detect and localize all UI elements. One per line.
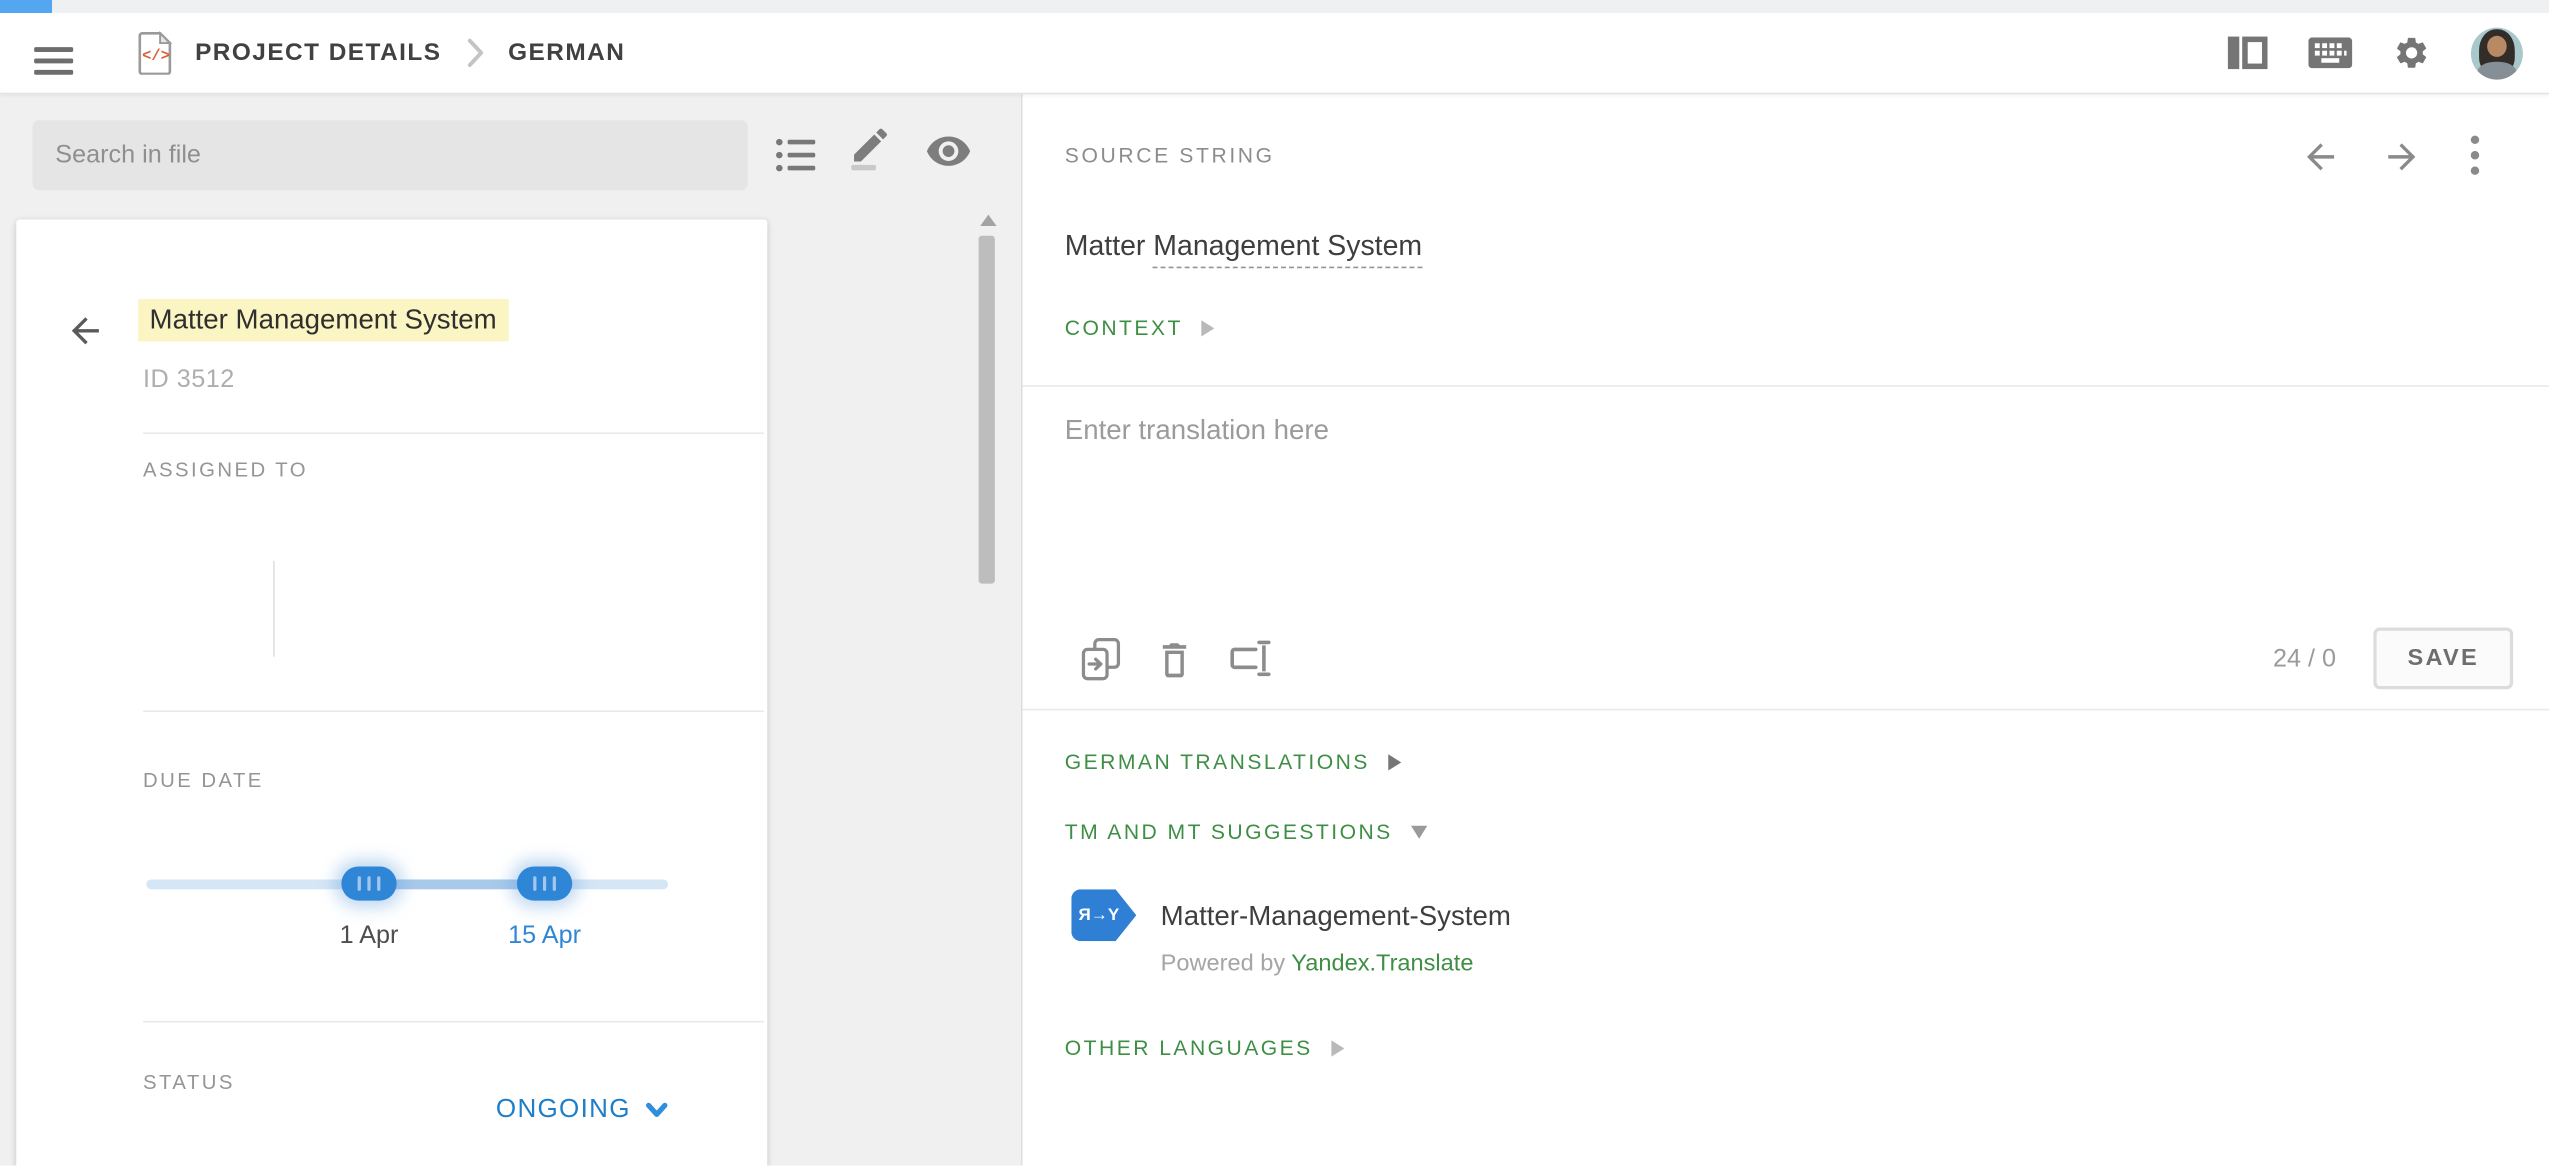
divider [1023,709,2549,711]
keyboard-icon[interactable] [2308,37,2352,68]
scrollbar-thumb[interactable] [979,236,995,584]
select-text-icon[interactable] [1229,637,1275,679]
string-title-highlighted: Matter Management System [138,299,508,341]
preview-eye-icon[interactable] [925,133,972,169]
due-date-label: DUE DATE [143,769,264,792]
previous-string-arrow-icon[interactable] [2300,137,2341,178]
triangle-right-icon [1331,1040,1344,1056]
status-dropdown[interactable]: ONGOING [496,1096,668,1125]
divider [143,1021,764,1023]
context-section-toggle[interactable]: CONTEXT [1065,315,1214,339]
german-translations-section-toggle[interactable]: GERMAN TRANSLATIONS [1065,749,1401,773]
powered-by-label: Powered by [1161,951,1285,977]
user-avatar[interactable] [2471,27,2523,79]
tm-mt-suggestions-label: TM AND MT SUGGESTIONS [1065,819,1393,843]
divider [143,432,764,434]
string-id: ID 3512 [143,366,235,395]
yandex-translate-icon[interactable]: Я→Y [1071,889,1136,941]
breadcrumb: </> PROJECT DETAILS GERMAN [138,13,625,93]
suggestion-attribution: Powered by Yandex.Translate [1161,951,1474,977]
file-code-icon: </> [138,31,174,75]
translation-input[interactable] [1045,395,2547,645]
triangle-right-icon [1388,753,1401,769]
next-string-arrow-icon[interactable] [2382,137,2423,178]
due-date-slider [146,879,668,889]
page-progress-fill [0,0,52,13]
tm-mt-suggestions-section-toggle[interactable]: TM AND MT SUGGESTIONS [1065,819,1427,843]
edit-pencil-icon[interactable] [849,127,893,171]
divider [273,561,275,657]
due-date-start-handle[interactable] [341,866,396,900]
save-button[interactable]: SAVE [2373,627,2513,689]
chevron-down-icon [645,1102,668,1118]
divider [143,710,764,712]
due-end-date[interactable]: 15 Apr [496,922,594,951]
top-header: </> PROJECT DETAILS GERMAN [0,0,2549,94]
breadcrumb-project-details[interactable]: PROJECT DETAILS [195,39,441,67]
breadcrumb-file-german[interactable]: GERMAN [508,39,625,67]
glossary-term[interactable]: Management System [1153,229,1422,268]
triangle-down-icon [1411,825,1427,838]
sidebar-toggle-icon[interactable] [2227,36,2268,70]
string-details-card: Matter Management System ID 3512 ASSIGNE… [16,219,767,1165]
scrollbar-up-arrow[interactable] [980,215,996,226]
settings-gear-icon[interactable] [2393,34,2430,71]
file-strings-panel: Matter Management System ID 3512 ASSIGNE… [0,93,1021,1166]
status-label: STATUS [143,1071,235,1094]
svg-text:</>: </> [142,47,170,65]
char-counter: 24 / 0 [2245,645,2336,674]
yandex-translate-link[interactable]: Yandex.Translate [1291,951,1473,977]
mt-suggestion-text[interactable]: Matter-Management-System [1161,901,1511,934]
page-progress-track [0,0,2549,13]
app-window: </> PROJECT DETAILS GERMAN [0,0,2549,1166]
source-string-text: Matter Management System [1065,229,1422,263]
menu-icon[interactable] [34,47,73,75]
source-string-label: SOURCE STRING [1065,143,1275,167]
due-date-end-handle[interactable] [517,866,572,900]
header-actions [2227,13,2523,93]
context-label: CONTEXT [1065,315,1183,339]
copy-source-icon[interactable] [1081,637,1122,681]
search-input[interactable] [33,120,748,190]
list-view-icon[interactable] [775,137,816,174]
chevron-right-icon [466,37,484,68]
translation-editor-panel: SOURCE STRING Matter Management System C… [1021,93,2549,1166]
kebab-menu-icon[interactable] [2469,133,2480,177]
delete-translation-icon[interactable] [1156,637,1193,679]
triangle-right-icon [1201,319,1214,335]
other-languages-section-toggle[interactable]: OTHER LANGUAGES [1065,1036,1344,1060]
divider [1023,385,2549,387]
assigned-to-label: ASSIGNED TO [143,458,308,481]
german-translations-label: GERMAN TRANSLATIONS [1065,749,1370,773]
back-arrow-icon[interactable] [65,310,106,351]
due-start-date: 1 Apr [320,922,418,951]
other-languages-label: OTHER LANGUAGES [1065,1036,1313,1060]
status-value: ONGOING [496,1096,631,1125]
